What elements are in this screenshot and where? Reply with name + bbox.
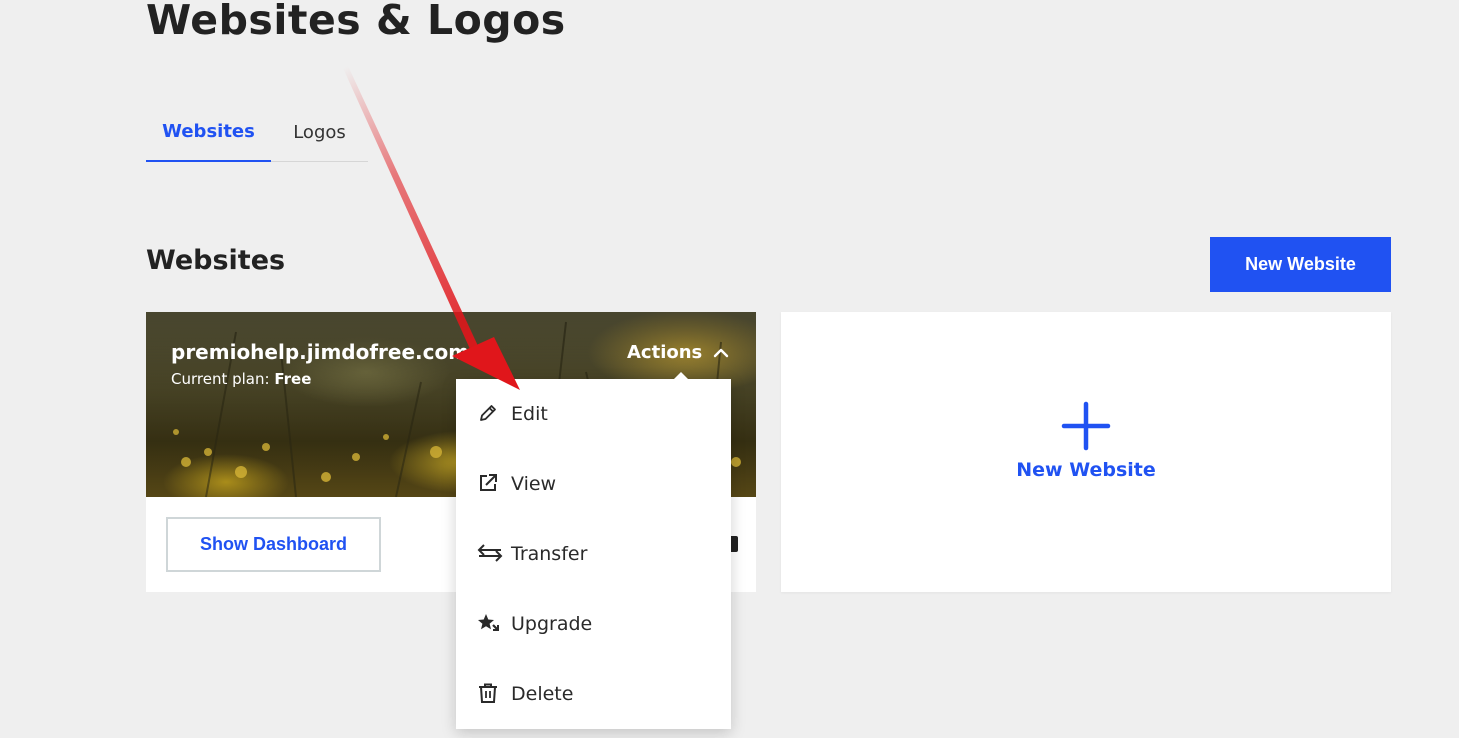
current-plan: Current plan: Free: [171, 370, 311, 388]
menu-item-upgrade[interactable]: Upgrade: [456, 589, 731, 659]
trash-icon: [479, 683, 497, 703]
pencil-icon: [480, 405, 496, 421]
chevron-up-icon: [714, 348, 729, 357]
actions-menu: Edit View Transfer Upgrade Delete: [456, 372, 731, 729]
menu-item-label: View: [511, 473, 557, 495]
page-title: Websites & Logos: [146, 0, 566, 44]
plus-icon: [1061, 401, 1111, 451]
menu-item-label: Delete: [511, 683, 574, 705]
transfer-arrows-icon: [477, 544, 503, 562]
new-website-button[interactable]: New Website: [1210, 237, 1391, 292]
tab-bar: Websites Logos: [146, 102, 368, 162]
menu-item-label: Transfer: [511, 543, 588, 565]
menu-item-label: Edit: [511, 403, 548, 425]
new-website-card-label: New Website: [1016, 459, 1156, 481]
section-title: Websites: [146, 245, 286, 276]
tab-logos[interactable]: Logos: [271, 102, 368, 162]
plan-value: Free: [274, 370, 312, 388]
actions-label: Actions: [627, 342, 703, 363]
plan-label: Current plan:: [171, 370, 270, 388]
menu-item-label: Upgrade: [511, 613, 593, 635]
actions-dropdown-toggle[interactable]: Actions: [627, 342, 730, 363]
tab-websites[interactable]: Websites: [146, 102, 271, 162]
menu-item-delete[interactable]: Delete: [456, 659, 731, 729]
website-domain: premiohelp.jimdofree.com: [171, 340, 470, 364]
external-link-icon: [480, 474, 497, 491]
menu-item-view[interactable]: View: [456, 449, 731, 519]
new-website-card[interactable]: New Website: [781, 312, 1391, 592]
upgrade-star-icon: [478, 614, 499, 631]
menu-item-edit[interactable]: Edit: [456, 379, 731, 449]
menu-item-transfer[interactable]: Transfer: [456, 519, 731, 589]
show-dashboard-button[interactable]: Show Dashboard: [166, 517, 381, 572]
